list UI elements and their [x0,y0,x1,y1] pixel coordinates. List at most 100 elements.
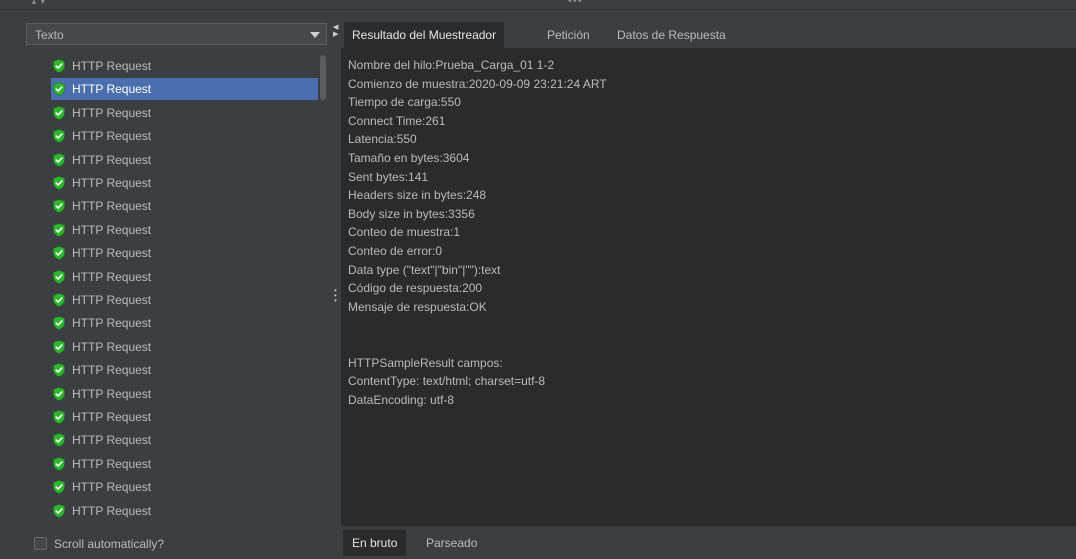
sample-result-text[interactable]: Nombre del hilo:Prueba_Carga_01 1-2 Comie… [341,48,1076,526]
renderer-select-value: Texto [35,28,64,42]
tree-item[interactable]: HTTP Request [0,406,318,428]
tree-item-label: HTTP Request [72,316,152,331]
result-line: DataEncoding: utf-8 [348,392,455,407]
result-line: Nombre del hilo:Prueba_Carga_01 1-2 [348,58,555,72]
tree-item[interactable]: HTTP Request [0,453,318,475]
tree-item-label: HTTP Request [72,293,152,307]
tab-sampler-result[interactable]: Resultado del Muestreador [344,22,505,48]
result-line: Comienzo de muestra:2020-09-09 23:21:24 … [348,76,607,91]
tree-item[interactable]: HTTP Request [0,55,318,77]
tree-item[interactable]: HTTP Request [0,172,318,194]
view-mode-tabs: En bruto Parseado [341,530,1076,556]
chevron-down-icon [310,32,320,38]
tree-item-label: HTTP Request [72,269,152,284]
tab-raw[interactable]: En bruto [343,530,407,556]
tree-item[interactable]: HTTP Request [0,242,318,264]
result-line: Data type ("text"|"bin"|""):text [348,262,501,277]
tree-item[interactable]: HTTP Request [0,336,318,358]
success-shield-icon [52,316,66,331]
splitter-arrows-icon[interactable]: ◀ ▶ [333,24,338,38]
tree-item-label: HTTP Request [72,503,152,518]
success-shield-icon [52,152,66,167]
result-line: Mensaje de respuesta:OK [348,299,487,314]
tree-item[interactable]: HTTP Request [0,219,318,241]
top-split-bar: ▲▼ ••• [0,0,1076,10]
tree-item[interactable]: HTTP Request [0,359,318,381]
tab-request[interactable]: Petición [539,22,598,48]
tree-item-label: HTTP Request [72,410,152,424]
tree-item[interactable]: HTTP Request [0,383,318,405]
result-line: Tamaño en bytes:3604 [348,151,470,165]
success-shield-icon [52,222,66,237]
tree-item-label: HTTP Request [72,222,152,237]
result-line: Latencia:550 [348,132,417,147]
results-tree-panel: Texto HTTP Request HTTP Request HTTP Reque… [0,10,331,559]
tree-item[interactable]: HTTP Request [0,195,318,217]
splitter-grip-icon[interactable]: ••• [568,0,583,7]
tree-item-label: HTTP Request [72,433,152,448]
tree-item-label: HTTP Request [72,129,152,144]
tree-item[interactable]: HTTP Request [0,78,318,101]
tree-item[interactable]: HTTP Request [0,149,318,171]
tree-item-label: HTTP Request [72,363,152,378]
success-shield-icon [52,386,66,401]
tree-item[interactable]: HTTP Request [0,429,318,451]
tree-scrollbar[interactable] [319,55,327,520]
tree-item[interactable]: HTTP Request [0,266,318,288]
auto-scroll-checkbox[interactable] [34,537,47,550]
result-line: HTTPSampleResult campos: [348,355,503,370]
result-line: Headers size in bytes:248 [348,188,487,203]
tree-item-label: HTTP Request [72,480,152,495]
tab-response-data[interactable]: Datos de Respuesta [609,22,734,48]
tree-item-label: HTTP Request [72,152,152,167]
result-line: Sent bytes:141 [348,169,429,184]
tree-item-label: HTTP Request [72,82,152,97]
result-line: Connect Time:261 [348,113,446,128]
tree-item-label: HTTP Request [72,246,152,261]
tree-item-label: HTTP Request [72,456,152,471]
success-shield-icon [52,433,66,448]
result-line: Código de respuesta:200 [348,281,483,296]
tree-scrollbar-thumb[interactable] [320,55,326,100]
auto-scroll-label: Scroll automatically? [54,537,165,551]
tree-item[interactable]: HTTP Request [0,476,318,498]
success-shield-icon [52,456,66,471]
success-shield-icon [52,480,66,495]
tree-item[interactable]: HTTP Request [0,102,318,124]
tree-item-label: HTTP Request [72,59,152,73]
sample-results-tree: HTTP Request HTTP Request HTTP Request HTTP… [0,55,318,520]
success-shield-icon [52,246,66,261]
success-shield-icon [52,363,66,378]
collapse-arrows-icon[interactable]: ▲▼ [30,0,48,6]
result-line: Conteo de error:0 [348,244,443,258]
tree-item-label: HTTP Request [72,199,152,214]
tree-item[interactable]: HTTP Request [0,125,318,147]
success-shield-icon [52,59,66,73]
success-shield-icon [52,105,66,120]
result-line: Body size in bytes:3356 [348,206,475,221]
success-shield-icon [52,82,66,97]
result-line: Conteo de muestra:1 [348,225,461,240]
renderer-select[interactable]: Texto [26,23,327,45]
success-shield-icon [52,339,66,354]
tree-item-label: HTTP Request [72,386,152,401]
success-shield-icon [52,410,66,424]
vertical-splitter[interactable]: ◀ ▶ • • • [331,10,341,559]
tree-item-label: HTTP Request [72,339,152,354]
result-line: ContentType: text/html; charset=utf-8 [348,374,546,389]
result-line: Tiempo de carga:550 [348,95,461,110]
success-shield-icon [52,129,66,144]
tree-item-label: HTTP Request [72,105,152,120]
sample-detail-panel: Resultado del Muestreador Petición Datos d… [341,10,1076,559]
tree-item[interactable]: HTTP Request [0,500,318,520]
success-shield-icon [52,503,66,518]
tree-item[interactable]: HTTP Request [0,312,318,334]
result-tabs: Resultado del Muestreador Petición Datos d… [341,22,1076,48]
tree-item[interactable]: HTTP Request [0,289,318,311]
success-shield-icon [52,293,66,307]
splitter-dots-icon[interactable]: • • • [334,287,337,305]
tab-parsed[interactable]: Parseado [417,530,486,556]
tree-item-label: HTTP Request [72,176,152,190]
success-shield-icon [52,199,66,214]
success-shield-icon [52,269,66,284]
